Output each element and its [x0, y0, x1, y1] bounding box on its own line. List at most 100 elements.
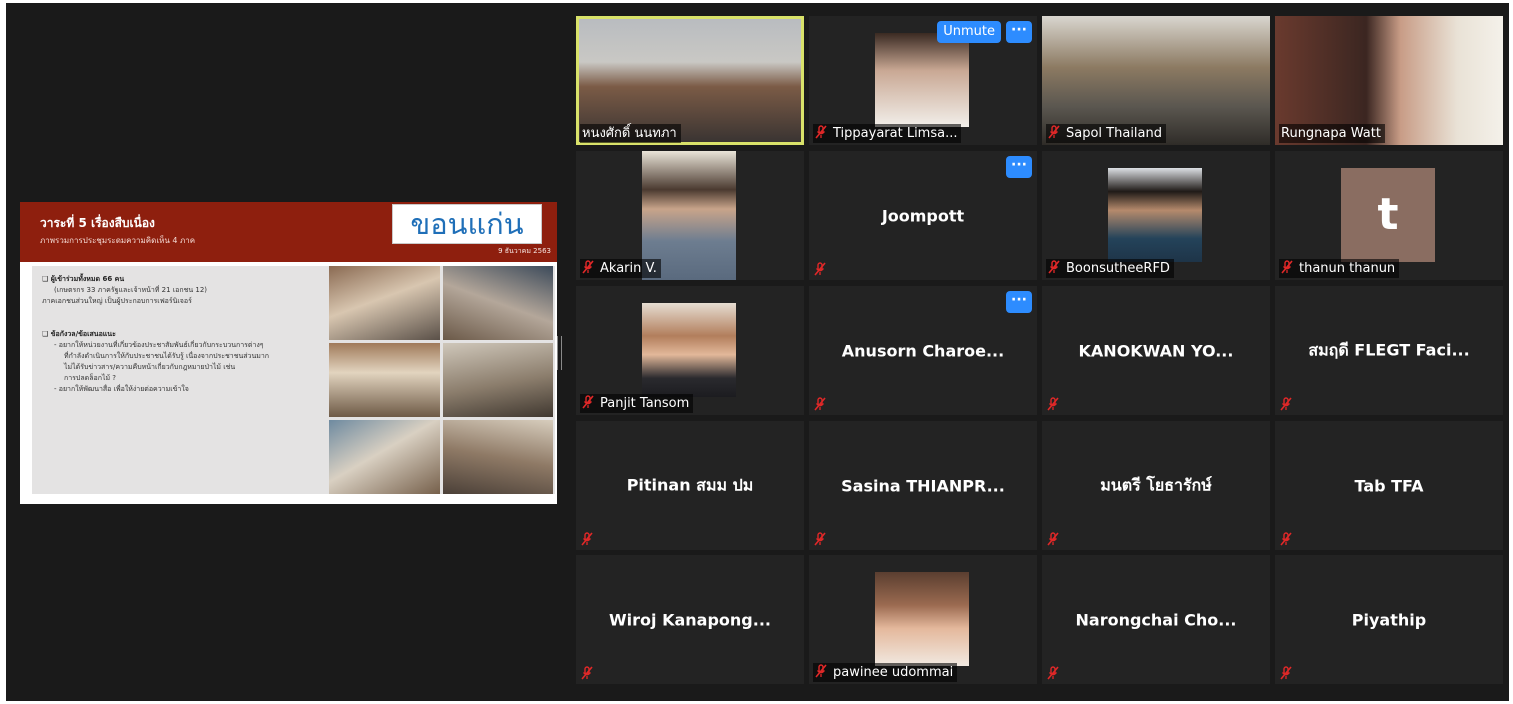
participant-name-label: Tippayarat Limsa...: [813, 124, 962, 143]
meeting-photo: [442, 420, 553, 494]
participant-tile[interactable]: Pitinan สมม ปม: [576, 421, 804, 550]
mic-muted-icon: [1048, 125, 1060, 139]
mic-muted-icon: [1047, 666, 1059, 680]
mic-muted-icon: [1047, 532, 1059, 546]
participant-name: Piyathip: [1351, 610, 1427, 629]
participant-tile[interactable]: Tab TFA: [1275, 421, 1503, 550]
participant-tile[interactable]: Anusorn Charoe... ···: [809, 286, 1037, 415]
meeting-photo: [329, 420, 440, 494]
participant-video: [642, 303, 736, 397]
slide-title: วาระที่ 5 เรื่องสืบเนื่อง: [40, 216, 155, 230]
mic-muted-icon: [814, 532, 826, 546]
participant-name-label: BoonsutheeRFD: [1046, 259, 1174, 278]
participant-video: [875, 572, 969, 666]
participant-tile[interactable]: Joompott ···: [809, 151, 1037, 280]
shared-screen-slide[interactable]: วาระที่ 5 เรื่องสืบเนื่อง ภาพรวมการประชุ…: [20, 202, 557, 504]
slide-text-line: ❑ ข้อกังวล/ข้อเสนอแนะ: [42, 330, 116, 338]
mic-muted-icon: [814, 397, 826, 411]
participant-tile[interactable]: หนงศักดิ์ นนทภา: [576, 16, 804, 145]
participant-name: Rungnapa Watt: [1281, 126, 1381, 141]
participant-video: [875, 33, 969, 127]
participant-tile[interactable]: BoonsutheeRFD: [1042, 151, 1270, 280]
more-options-icon[interactable]: ···: [1006, 291, 1032, 313]
slide-text-line: ภาคเอกชนส่วนใหญ่ เป็นผู้ประกอบการเฟอร์นิ…: [42, 297, 192, 305]
slide-text-block: ❑ ผู้เข้าร่วมทั้งหมด 66 คน (เกษตรกร 33 ภา…: [42, 272, 330, 395]
slide-text-line: การปลดล็อกไม้ ?: [64, 374, 117, 382]
mic-muted-icon: [1280, 397, 1292, 411]
meeting-photo: [442, 343, 553, 417]
slide-body: ❑ ผู้เข้าร่วมทั้งหมด 66 คน (เกษตรกร 33 ภา…: [32, 266, 555, 494]
mic-muted-icon: [581, 666, 593, 680]
participant-name: หนงศักดิ์ นนทภา: [582, 126, 677, 141]
mic-muted-icon: [582, 395, 594, 409]
participant-name-label: Akarin V.: [580, 259, 661, 278]
participant-video: [1108, 168, 1202, 262]
slide-header: วาระที่ 5 เรื่องสืบเนื่อง ภาพรวมการประชุ…: [20, 202, 557, 262]
mic-muted-icon: [1280, 532, 1292, 546]
slide-text-line: ที่กำลังดำเนินการให้กับประชาชนได้รับรู้ …: [64, 352, 270, 360]
participant-name: Joompott: [881, 206, 965, 225]
avatar: t: [1341, 168, 1435, 262]
participant-tile[interactable]: Sapol Thailand: [1042, 16, 1270, 145]
participant-tile[interactable]: Rungnapa Watt: [1275, 16, 1503, 145]
mic-muted-icon: [581, 532, 593, 546]
participant-tile[interactable]: Akarin V.: [576, 151, 804, 280]
participant-name: Sapol Thailand: [1066, 126, 1162, 141]
participant-name: Tippayarat Limsa...: [833, 126, 958, 141]
slide-spacer: [42, 307, 330, 327]
slide-photo-grid: [329, 266, 553, 494]
participant-name-label: pawinee udommai: [813, 663, 958, 682]
participant-name: Pitinan สมม ปม: [626, 475, 754, 494]
mic-muted-icon: [815, 125, 827, 139]
mic-muted-icon: [1281, 260, 1293, 274]
mic-muted-icon: [582, 260, 594, 274]
participant-name: Panjit Tansom: [600, 396, 690, 411]
participant-name: thanun thanun: [1299, 261, 1396, 276]
more-options-icon[interactable]: ···: [1006, 156, 1032, 178]
more-options-icon[interactable]: ···: [1006, 21, 1032, 43]
zoom-meeting-window: วาระที่ 5 เรื่องสืบเนื่อง ภาพรวมการประชุ…: [6, 3, 1509, 701]
meeting-photo: [329, 266, 440, 340]
mic-muted-icon: [1048, 260, 1060, 274]
participant-name-label: thanun thanun: [1279, 259, 1400, 278]
slide-text-line: - อยากให้พัฒนาสื่อ เพื่อให้ง่ายต่อความเข…: [54, 385, 189, 393]
participant-tile[interactable]: Narongchai Cho...: [1042, 555, 1270, 684]
meeting-photo: [442, 266, 553, 340]
participant-name-label: Panjit Tansom: [580, 394, 694, 413]
participant-name: Narongchai Cho...: [1075, 610, 1237, 629]
participant-name: Wiroj Kanapong...: [609, 610, 771, 629]
slide-text-line: ไม่ได้รับข่าวสาร/ความคืบหน้าเกี่ยวกับกฎห…: [64, 363, 236, 371]
participant-tile[interactable]: t thanun thanun: [1275, 151, 1503, 280]
participant-name-label: หนงศักดิ์ นนทภา: [580, 124, 681, 143]
participant-name: pawinee udommai: [833, 665, 954, 680]
slide-date: 9 ธันวาคม 2563: [498, 247, 551, 255]
participant-tile[interactable]: Sasina THIANPR...: [809, 421, 1037, 550]
unmute-button[interactable]: Unmute: [937, 21, 1001, 43]
slide-text-line: ❑ ผู้เข้าร่วมทั้งหมด 66 คน: [42, 275, 125, 283]
participant-name: BoonsutheeRFD: [1066, 261, 1170, 276]
meeting-photo: [329, 343, 440, 417]
participant-tile[interactable]: Tippayarat Limsa... ··· Unmute: [809, 16, 1037, 145]
slide-text-line: (เกษตรกร 33 ภาครัฐและเจ้าหน้าที่ 21 เอกช…: [54, 286, 208, 294]
participant-tile[interactable]: มนตรี โยธารักษ์: [1042, 421, 1270, 550]
participant-name: สมฤดี FLEGT Faci...: [1308, 340, 1470, 359]
participant-tile[interactable]: Panjit Tansom: [576, 286, 804, 415]
mic-muted-icon: [815, 664, 827, 678]
mic-muted-icon: [814, 262, 826, 276]
participant-tile[interactable]: pawinee udommai: [809, 555, 1037, 684]
participant-name: KANOKWAN YO...: [1078, 341, 1234, 360]
slide-text-line: - อยากให้หน่วยงานที่เกี่ยวข้องประชาสัมพั…: [54, 341, 264, 349]
participant-name-label: Rungnapa Watt: [1279, 124, 1385, 143]
participant-tile[interactable]: สมฤดี FLEGT Faci...: [1275, 286, 1503, 415]
mic-muted-icon: [1280, 666, 1292, 680]
participant-tile[interactable]: Piyathip: [1275, 555, 1503, 684]
participant-name: Tab TFA: [1354, 476, 1424, 495]
split-view-resize-handle[interactable]: [557, 336, 562, 370]
participant-name: Anusorn Charoe...: [841, 341, 1005, 360]
participant-name-label: Sapol Thailand: [1046, 124, 1166, 143]
participant-tile[interactable]: KANOKWAN YO...: [1042, 286, 1270, 415]
participant-name: มนตรี โยธารักษ์: [1100, 475, 1212, 494]
slide-city-label: ขอนแก่น: [392, 204, 542, 244]
participant-tile[interactable]: Wiroj Kanapong...: [576, 555, 804, 684]
slide-subtitle: ภาพรวมการประชุมระดมความคิดเห็น 4 ภาค: [40, 236, 196, 245]
